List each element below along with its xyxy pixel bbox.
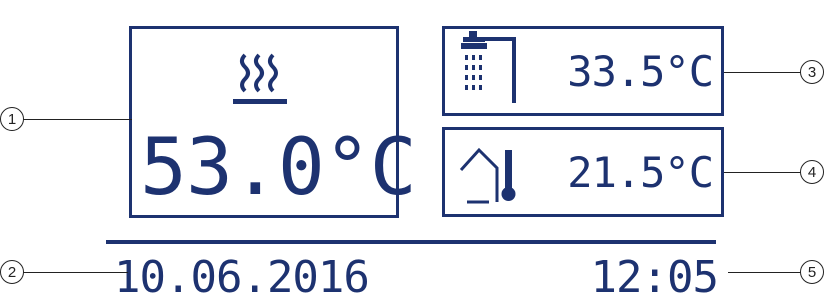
divider-line bbox=[106, 240, 716, 244]
shower-icon bbox=[461, 31, 516, 103]
house-thermometer-icon bbox=[459, 147, 516, 204]
callout-4: 4 bbox=[800, 160, 824, 184]
hot-water-temperature: 33.5°C bbox=[567, 47, 714, 96]
callout-line-4 bbox=[724, 172, 808, 173]
callout-1: 1 bbox=[0, 107, 24, 131]
callout-line-3 bbox=[724, 72, 808, 73]
outdoor-panel: 21.5°C bbox=[442, 127, 724, 217]
callout-2: 2 bbox=[0, 260, 24, 284]
callout-line-5 bbox=[728, 272, 808, 273]
callout-line-1 bbox=[20, 119, 132, 120]
heating-temperature: 53.0°C bbox=[140, 123, 417, 213]
time-display: 12:05 bbox=[590, 252, 719, 303]
callout-line-2 bbox=[20, 272, 128, 273]
heating-flow-icon bbox=[233, 53, 287, 104]
hot-water-panel: 33.5°C bbox=[442, 26, 724, 116]
callout-3: 3 bbox=[800, 60, 824, 84]
heating-panel: 53.0°C bbox=[129, 26, 417, 218]
outdoor-temperature: 21.5°C bbox=[567, 148, 714, 197]
lcd-display: 53.0°C 33.5°C 21.5°C 10.06.2016 12:05 bbox=[92, 14, 732, 304]
callout-5: 5 bbox=[800, 260, 824, 284]
date-display: 10.06.2016 bbox=[114, 252, 370, 303]
